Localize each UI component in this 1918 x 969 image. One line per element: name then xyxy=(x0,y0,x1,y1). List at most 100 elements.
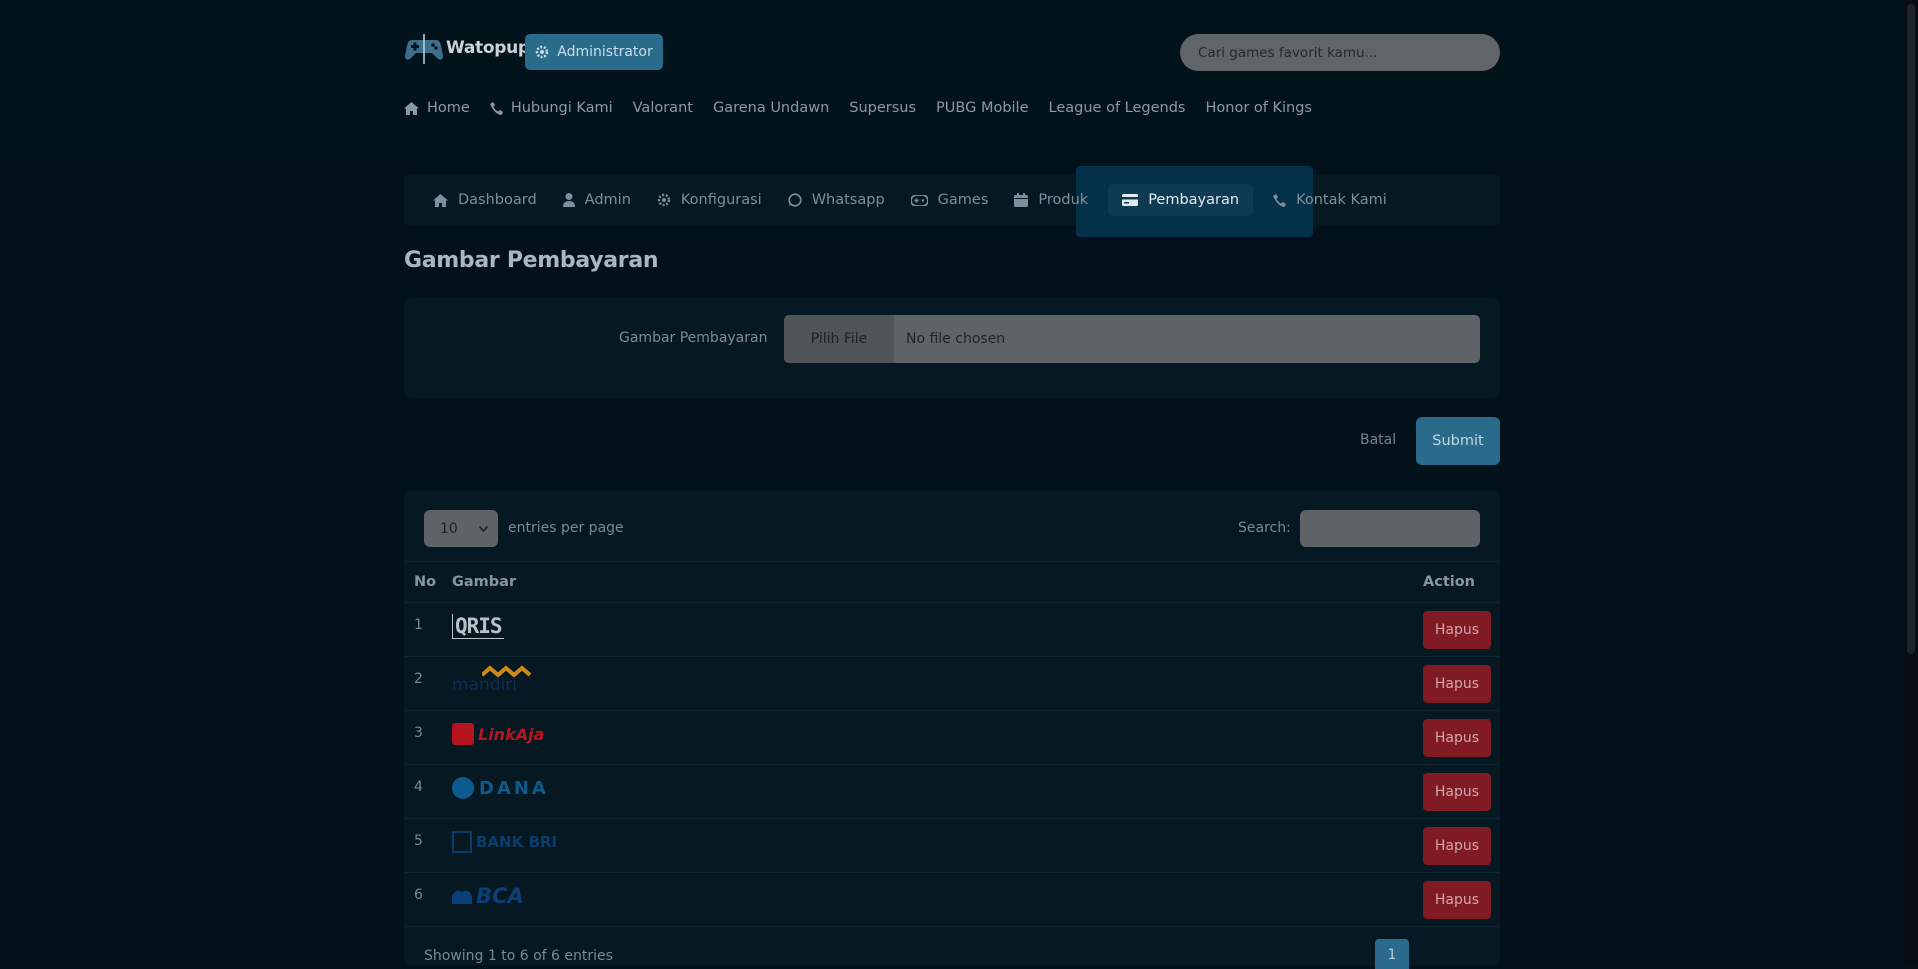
admin-nav-dashboard[interactable]: Dashboard xyxy=(427,184,543,216)
bri-emblem-icon xyxy=(452,831,472,853)
entries-per-page-label: entries per page xyxy=(508,520,624,536)
whatsapp-icon xyxy=(788,193,802,207)
delete-button[interactable]: Hapus xyxy=(1423,827,1491,865)
admin-nav-produk[interactable]: Produk xyxy=(1008,184,1094,216)
home-icon xyxy=(433,193,448,207)
dana-logo: DANA xyxy=(452,773,549,803)
game-search-input[interactable]: Cari games favorit kamu... xyxy=(1180,34,1500,71)
nav-label: PUBG Mobile xyxy=(936,100,1029,116)
admin-nav-kontak-kami[interactable]: Kontak Kami xyxy=(1267,184,1393,216)
main-nav: Home Hubungi Kami Valorant Garena Undawn… xyxy=(404,100,1312,116)
game-search-placeholder: Cari games favorit kamu... xyxy=(1198,44,1378,61)
admin-nav-label: Whatsapp xyxy=(811,192,885,208)
bank-bri-logo: BANK BRI xyxy=(452,827,557,857)
delete-button[interactable]: Hapus xyxy=(1423,881,1491,919)
row-number: 2 xyxy=(414,671,423,687)
bank-bri-logo-text: BANK BRI xyxy=(476,833,558,851)
page-size-select[interactable]: 10 xyxy=(424,510,498,547)
submit-button[interactable]: Submit xyxy=(1416,417,1500,465)
dana-circle-icon xyxy=(452,777,474,799)
dana-logo-text: DANA xyxy=(479,777,549,799)
admin-nav-label: Produk xyxy=(1038,192,1089,208)
admin-nav-label: Kontak Kami xyxy=(1296,192,1387,208)
table-header: No Gambar Action xyxy=(404,561,1500,603)
file-upload-input[interactable]: Pilih File No file chosen xyxy=(784,315,1480,363)
gear-icon xyxy=(536,45,549,59)
table-search-input[interactable] xyxy=(1300,510,1480,547)
nav-item-home[interactable]: Home xyxy=(404,100,470,116)
bca-emblem-icon xyxy=(452,890,472,904)
nav-label: Valorant xyxy=(632,100,693,116)
nav-item-supersus[interactable]: Supersus xyxy=(849,100,916,116)
admin-nav-games[interactable]: Games xyxy=(905,184,995,216)
table-info-text: Showing 1 to 6 of 6 entries xyxy=(424,948,613,964)
column-header-gambar[interactable]: Gambar xyxy=(452,574,516,590)
mandiri-logo: mandiri xyxy=(452,665,566,695)
admin-nav-konfigurasi[interactable]: Konfigurasi xyxy=(651,184,768,216)
linkaja-logo: LinkAja xyxy=(452,719,544,749)
admin-nav-pembayaran[interactable]: Pembayaran xyxy=(1108,184,1254,216)
admin-nav-whatsapp[interactable]: Whatsapp xyxy=(782,184,891,216)
home-icon xyxy=(404,101,419,115)
page-title: Gambar Pembayaran xyxy=(404,248,659,273)
admin-nav-label: Admin xyxy=(584,192,631,208)
scrollbar-thumb[interactable] xyxy=(1907,4,1915,654)
file-status-text: No file chosen xyxy=(906,331,1006,347)
nav-item-honor-of-kings[interactable]: Honor of Kings xyxy=(1205,100,1311,116)
delete-button[interactable]: Hapus xyxy=(1423,773,1491,811)
nav-label: Garena Undawn xyxy=(712,100,830,116)
qris-logo: QRIS xyxy=(452,611,504,641)
nav-item-league-of-legends[interactable]: League of Legends xyxy=(1049,100,1186,116)
table-row: 1 QRIS Hapus xyxy=(404,603,1500,657)
phone-icon xyxy=(1273,193,1287,207)
top-header xyxy=(0,0,1918,148)
admin-nav-label: Dashboard xyxy=(458,192,537,208)
table-search-label: Search: xyxy=(1238,520,1291,536)
table-row: 4 DANA Hapus xyxy=(404,765,1500,819)
table-row: 3 LinkAja Hapus xyxy=(404,711,1500,765)
user-icon xyxy=(562,193,575,207)
credit-card-icon xyxy=(1122,194,1139,206)
scrollbar[interactable] xyxy=(1904,0,1918,965)
linkaja-logo-text: LinkAja xyxy=(478,724,545,744)
site-logo[interactable]: Watopup xyxy=(404,32,530,64)
administrator-button[interactable]: Administrator xyxy=(525,34,663,70)
admin-nav-label: Konfigurasi xyxy=(680,192,762,208)
nav-label: League of Legends xyxy=(1048,100,1186,116)
mandiri-logo-text: mandiri xyxy=(452,675,517,695)
delete-button[interactable]: Hapus xyxy=(1423,611,1491,649)
nav-label: Hubungi Kami xyxy=(510,100,613,116)
admin-nav-label: Pembayaran xyxy=(1148,192,1240,208)
chevron-down-icon xyxy=(479,525,488,532)
delete-button[interactable]: Hapus xyxy=(1423,719,1491,757)
nav-item-pubg-mobile[interactable]: PUBG Mobile xyxy=(936,100,1028,116)
table-row: 5 BANK BRI Hapus xyxy=(404,819,1500,873)
nav-item-valorant[interactable]: Valorant xyxy=(633,100,693,116)
linkaja-badge-icon xyxy=(452,723,474,745)
bca-logo: BCA xyxy=(452,881,524,911)
row-number: 1 xyxy=(414,617,423,633)
gamepad-icon xyxy=(910,194,928,206)
admin-nav-admin[interactable]: Admin xyxy=(557,184,637,216)
row-number: 4 xyxy=(414,779,423,795)
upload-field-label: Gambar Pembayaran xyxy=(619,330,768,346)
column-header-action[interactable]: Action xyxy=(1423,574,1475,590)
admin-nav: Dashboard Admin Konfigurasi Whatsapp Gam… xyxy=(427,184,1393,216)
page-size-value: 10 xyxy=(440,520,458,537)
table-row: 6 BCA Hapus xyxy=(404,873,1500,927)
delete-button[interactable]: Hapus xyxy=(1423,665,1491,703)
nav-item-hubungi-kami[interactable]: Hubungi Kami xyxy=(489,100,613,116)
row-number: 6 xyxy=(414,887,423,903)
nav-item-garena-undawn[interactable]: Garena Undawn xyxy=(713,100,829,116)
row-number: 5 xyxy=(414,833,423,849)
qris-logo-text: QRIS xyxy=(452,613,504,639)
gear-icon xyxy=(657,193,671,207)
box-icon xyxy=(1014,193,1029,207)
column-header-no[interactable]: No xyxy=(414,574,436,590)
logo-text: Watopup xyxy=(446,38,530,58)
choose-file-button[interactable]: Pilih File xyxy=(784,315,894,363)
nav-label: Honor of Kings xyxy=(1205,100,1312,116)
phone-icon xyxy=(489,101,503,115)
cancel-button[interactable]: Batal xyxy=(1360,432,1396,448)
table-row: 2 mandiri Hapus xyxy=(404,657,1500,711)
